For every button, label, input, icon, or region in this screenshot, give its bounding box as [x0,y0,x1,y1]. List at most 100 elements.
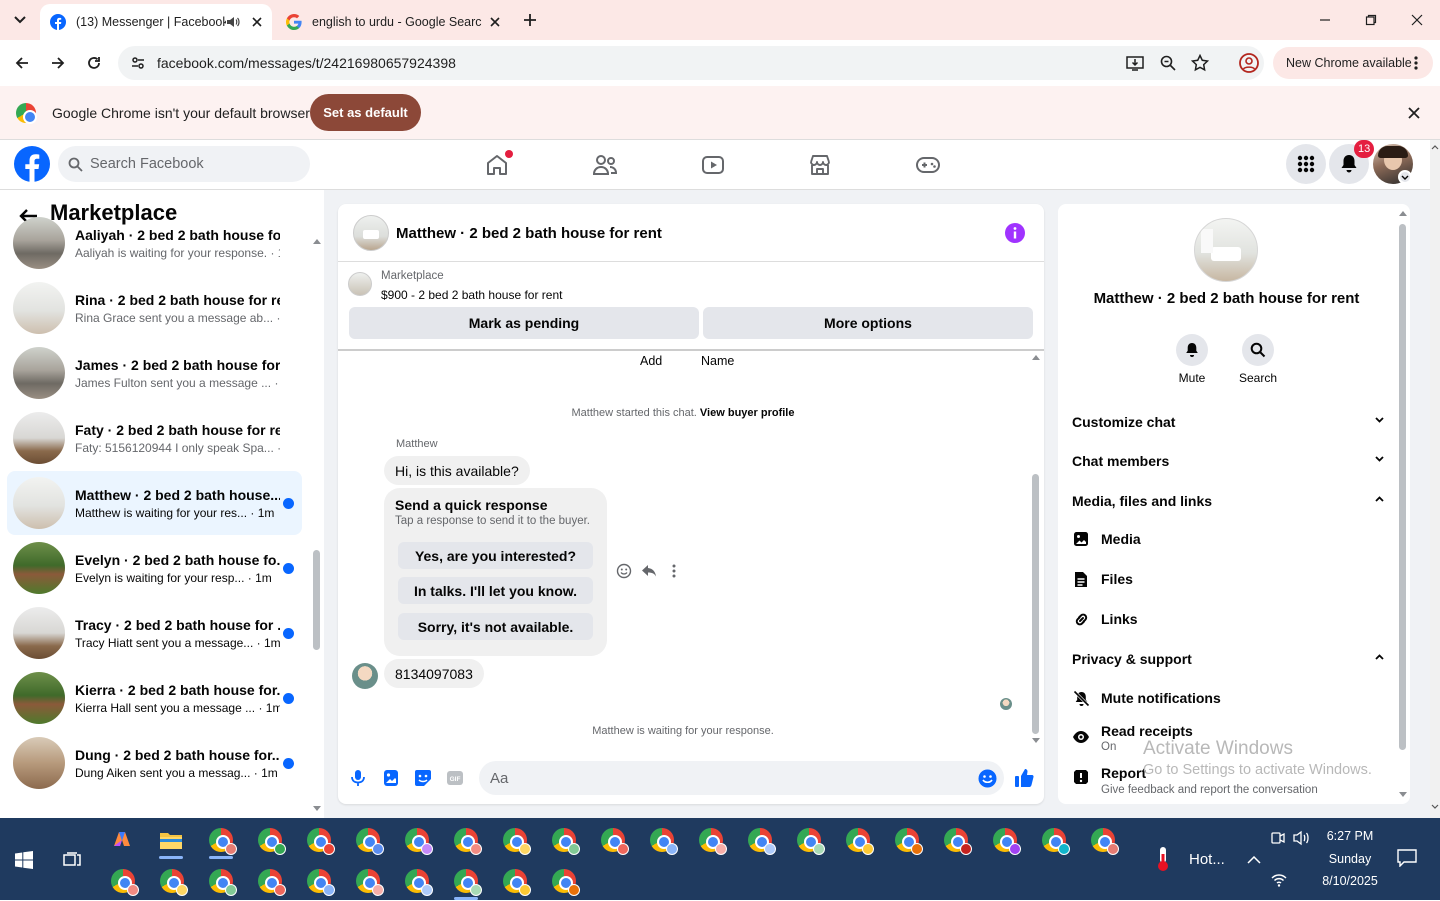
conversation-item[interactable]: Evelyn · 2 bed 2 bath house fo... Evelyn … [7,536,302,600]
chrome-window-17[interactable] [981,820,1029,860]
chrome-window-4[interactable] [344,820,392,860]
files-item[interactable]: Files [1072,570,1133,588]
chrome-profile-window-9[interactable] [491,861,539,901]
new-tab-icon[interactable] [520,10,540,30]
notifications-button[interactable]: 13 [1329,140,1375,184]
clock-time[interactable]: 6:27 PM [1314,829,1386,843]
facebook-search-input[interactable]: Search Facebook [58,146,310,182]
sidebar-scroll-down-icon[interactable] [313,806,321,812]
chrome-window-6[interactable] [442,820,490,860]
close-tab-icon[interactable] [490,17,500,27]
chrome-profile-window-10[interactable] [540,861,588,901]
sidebar-scrollbar-thumb[interactable] [313,550,320,650]
conversation-item[interactable]: Aaliyah · 2 bed 2 bath house for... Aaliy… [7,211,302,275]
chrome-window-19[interactable] [1079,820,1127,860]
zoom-icon[interactable] [1159,54,1177,72]
gif-icon[interactable]: GIF [446,770,464,786]
conversation-item[interactable]: Matthew · 2 bed 2 bath house... Matthew i… [7,471,302,535]
panel-avatar[interactable] [1194,218,1258,282]
chrome-profile-window-4[interactable] [246,861,294,901]
emoji-icon[interactable] [978,769,997,788]
url-text[interactable]: facebook.com/messages/t/2421698065792439… [157,55,456,71]
media-files-links-section[interactable]: Media, files and links [1072,489,1392,513]
chat-header-avatar[interactable] [353,215,389,251]
facebook-logo-icon[interactable] [14,146,50,182]
info-icon[interactable] [1005,223,1025,243]
search-conversation-button[interactable] [1242,334,1274,366]
quick-response-not-available-button[interactable]: Sorry, it's not available. [398,613,593,640]
react-emoji-icon[interactable] [616,563,632,579]
tab-search-chevron-icon[interactable] [8,8,32,32]
conversation-item[interactable]: Rina · 2 bed 2 bath house for rent Rina G… [7,276,302,340]
forward-icon[interactable] [43,48,73,78]
sender-avatar[interactable] [352,663,378,689]
close-window-icon[interactable] [1394,0,1440,40]
tab-messenger[interactable]: (13) Messenger | Facebook [40,4,272,40]
thumbs-up-icon[interactable] [1014,768,1034,788]
chrome-window-5[interactable] [393,820,441,860]
conversation-item[interactable]: Dung · 2 bed 2 bath house for... Dung Aik… [7,731,302,795]
chrome-window-1[interactable] [197,820,245,860]
chrome-profile-window-5[interactable] [295,861,343,901]
action-center-icon[interactable] [1397,849,1417,867]
chrome-window-12[interactable] [736,820,784,860]
close-infobar-icon[interactable] [1408,107,1420,119]
mute-button[interactable] [1176,334,1208,366]
message-composer-input[interactable]: Aa [479,761,1004,795]
chrome-window-13[interactable] [785,820,833,860]
profile-icon[interactable] [1238,52,1260,74]
mute-notifications-item[interactable]: Mute notifications [1072,689,1221,707]
copilot-app[interactable] [98,820,146,860]
message-bubble[interactable]: 8134097083 [384,659,484,688]
bookmark-star-icon[interactable] [1191,54,1209,72]
speaker-icon[interactable] [226,15,240,29]
panel-scroll-down-icon[interactable] [1399,792,1407,798]
chrome-window-11[interactable] [687,820,735,860]
start-button[interactable] [0,836,48,884]
chat-header-title[interactable]: Matthew · 2 bed 2 bath house for rent [396,225,662,242]
back-icon[interactable] [7,48,37,78]
new-chrome-available-button[interactable]: New Chrome available [1273,47,1433,79]
chrome-window-18[interactable] [1030,820,1078,860]
chrome-window-8[interactable] [540,820,588,860]
tab-google-search[interactable]: english to urdu - Google Search [276,4,510,40]
nav-video[interactable] [658,142,768,188]
reload-icon[interactable] [79,48,109,78]
weather-widget[interactable]: Hot... [1156,846,1225,872]
menu-button[interactable] [1286,144,1326,184]
maximize-icon[interactable] [1348,0,1394,40]
reply-icon[interactable] [641,563,657,579]
minimize-icon[interactable] [1302,0,1348,40]
privacy-support-section[interactable]: Privacy & support [1072,647,1392,671]
chrome-window-16[interactable] [932,820,980,860]
conversation-item[interactable]: Kierra · 2 bed 2 bath house for... Kierra… [7,666,302,730]
quick-response-in-talks-button[interactable]: In talks. I'll let you know. [398,577,593,604]
microphone-icon[interactable] [350,769,366,787]
chrome-profile-window-7[interactable] [393,861,441,901]
install-app-icon[interactable] [1126,54,1144,72]
chrome-window-15[interactable] [883,820,931,860]
chrome-window-14[interactable] [834,820,882,860]
set-as-default-button[interactable]: Set as default [310,94,421,131]
photo-icon[interactable] [382,769,400,787]
account-chevron-icon[interactable] [1398,170,1412,184]
show-hidden-icons-chevron-icon[interactable] [1247,856,1261,864]
links-item[interactable]: Links [1072,610,1138,628]
close-tab-icon[interactable] [252,17,262,27]
listing-title[interactable]: $900 - 2 bed 2 bath house for rent [381,288,562,302]
conversation-item[interactable]: Tracy · 2 bed 2 bath house for ... Tracy … [7,601,302,665]
view-buyer-profile-link[interactable]: View buyer profile [700,407,795,419]
panel-scroll-up-icon[interactable] [1399,210,1407,216]
chrome-window-10[interactable] [638,820,686,860]
chat-scroll-down-icon[interactable] [1032,738,1040,744]
chat-scrollbar-thumb[interactable] [1032,474,1039,734]
page-scrollbar[interactable] [1430,140,1440,818]
address-bar[interactable]: facebook.com/messages/t/2421698065792439… [118,46,1264,80]
chrome-profile-window-8[interactable] [442,861,490,901]
chat-members-section[interactable]: Chat members [1072,449,1392,473]
nav-friends[interactable] [550,142,660,188]
nav-home[interactable] [442,142,552,188]
chrome-window-9[interactable] [589,820,637,860]
conversation-item[interactable]: James · 2 bed 2 bath house for r... James… [7,341,302,405]
nav-gaming[interactable] [873,142,983,188]
